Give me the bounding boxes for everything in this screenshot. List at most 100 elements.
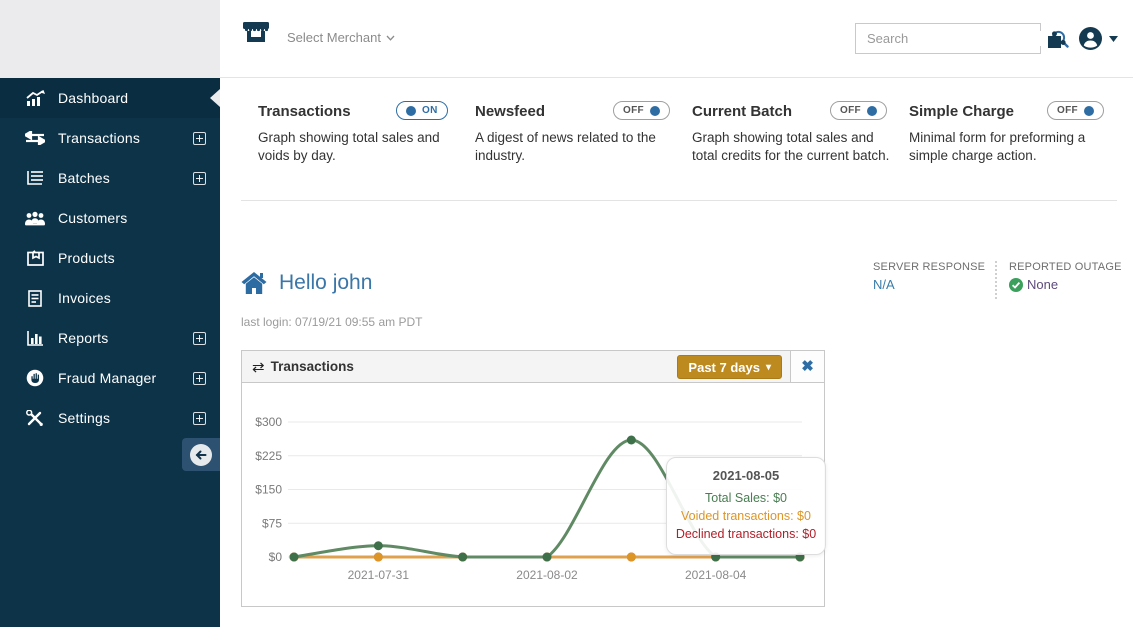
dashboard-widget-toggles: Transactions ON Graph showing total sale… [258, 101, 1126, 165]
expand-icon[interactable] [193, 331, 206, 345]
server-response-value: N/A [873, 277, 895, 292]
greeting-row: Hello john [241, 271, 372, 295]
close-icon: ✖ [801, 358, 814, 375]
widget-description: Minimal form for preforming a simple cha… [909, 130, 1086, 164]
sidebar-item-label: Transactions [58, 130, 141, 146]
svg-text:2021-07-31: 2021-07-31 [348, 568, 410, 582]
expand-icon[interactable] [193, 131, 206, 145]
sidebar-item-label: Fraud Manager [58, 370, 157, 386]
search-input[interactable] [856, 31, 1051, 46]
date-range-button[interactable]: Past 7 days ▾ [677, 355, 782, 379]
sidebar-item-label: Products [58, 250, 115, 266]
sidebar-collapse-button[interactable] [182, 438, 220, 471]
top-header: Select Merchant [220, 0, 1133, 78]
sidebar-item-settings[interactable]: Settings [0, 398, 220, 438]
main-content: Transactions ON Graph showing total sale… [220, 79, 1133, 627]
sidebar-top-spacer [0, 0, 220, 78]
sidebar-item-invoices[interactable]: Invoices [0, 278, 220, 318]
expand-icon[interactable] [193, 171, 206, 185]
svg-text:2021-08-04: 2021-08-04 [685, 568, 747, 582]
sidebar-nav: Dashboard Transactions Batches Customers [0, 78, 220, 438]
sidebar-item-batches[interactable]: Batches [0, 158, 220, 198]
server-response-label: SERVER RESPONSE [873, 261, 986, 273]
sidebar-item-reports[interactable]: Reports [0, 318, 220, 358]
caret-down-icon: ▾ [765, 361, 771, 373]
sidebar-item-customers[interactable]: Customers [0, 198, 220, 238]
reports-icon [24, 328, 46, 348]
check-circle-icon [1009, 277, 1023, 292]
sidebar-item-label: Settings [58, 410, 111, 426]
customers-icon [24, 208, 46, 228]
tooltip-total-sales: Total Sales: $0 [705, 491, 787, 505]
transfer-arrows-icon: ⇄ [252, 358, 265, 376]
panel-close-button[interactable]: ✖ [790, 351, 824, 382]
reported-outage-label: REPORTED OUTAGE [1009, 261, 1122, 273]
svg-text:$150: $150 [255, 483, 282, 497]
date-range-label: Past 7 days [688, 359, 760, 375]
toggle-knob [406, 105, 416, 116]
server-response-stat: SERVER RESPONSE N/A [873, 261, 985, 292]
current-batch-toggle[interactable]: OFF [830, 101, 887, 120]
reported-outage-stat: REPORTED OUTAGE None [1009, 261, 1122, 292]
apps-button[interactable] [1046, 28, 1070, 50]
user-menu[interactable] [1078, 26, 1118, 51]
user-menu-caret-icon [1109, 35, 1118, 42]
widget-description: A digest of news related to the industry… [475, 130, 656, 164]
batches-icon [24, 168, 46, 188]
collapse-arrow-icon [190, 443, 212, 466]
home-icon [241, 272, 267, 294]
widget-newsfeed: Newsfeed OFF A digest of news related to… [475, 101, 692, 165]
sidebar-item-transactions[interactable]: Transactions [0, 118, 220, 158]
newsfeed-toggle[interactable]: OFF [613, 101, 670, 120]
svg-text:$75: $75 [262, 516, 282, 530]
products-icon [24, 248, 46, 268]
sidebar-item-fraud-manager[interactable]: Fraud Manager [0, 358, 220, 398]
puzzle-icon [1048, 31, 1066, 48]
select-merchant-dropdown[interactable]: Select Merchant [241, 16, 395, 51]
widget-description: Graph showing total sales and voids by d… [258, 130, 440, 164]
transactions-toggle[interactable]: ON [396, 101, 448, 120]
toggle-state-label: OFF [840, 105, 861, 116]
chart-tooltip: 2021-08-05 Total Sales: $0 Voided transa… [666, 457, 826, 556]
sidebar-item-products[interactable]: Products [0, 238, 220, 278]
svg-text:$300: $300 [255, 415, 282, 429]
toggle-state-label: ON [422, 105, 438, 116]
svg-text:2021-08-02: 2021-08-02 [516, 568, 578, 582]
tooltip-voided: Voided transactions: $0 [681, 509, 811, 524]
chart-area: $0 $75 $150 $225 $300 2021-07-31 2021-08-02 202… [242, 383, 826, 606]
widget-simple-charge: Simple Charge OFF Minimal form for prefo… [909, 101, 1126, 165]
sidebar-item-dashboard[interactable]: Dashboard [0, 78, 220, 118]
widget-transactions: Transactions ON Graph showing total sale… [258, 101, 475, 165]
sidebar-item-label: Batches [58, 170, 110, 186]
stat-divider [995, 261, 997, 299]
fraud-manager-icon [24, 368, 46, 388]
transactions-chart-panel: ⇄ Transactions Past 7 days ▾ ✖ $0 $75 $150… [241, 350, 826, 607]
settings-icon [24, 408, 46, 428]
invoices-icon [24, 288, 46, 308]
tooltip-date: 2021-08-05 [712, 468, 780, 483]
last-login-text: last login: 07/19/21 09:55 am PDT [241, 315, 423, 329]
panel-title-text: Transactions [270, 359, 354, 374]
section-divider [241, 200, 1117, 201]
toggle-knob [866, 105, 877, 116]
panel-title: ⇄ Transactions [252, 358, 354, 376]
expand-icon[interactable] [193, 371, 206, 385]
reported-outage-value: None [1027, 277, 1059, 292]
widget-description: Graph showing total sales and total cred… [692, 130, 890, 164]
toggle-state-label: OFF [1057, 105, 1078, 116]
svg-text:$0: $0 [269, 550, 283, 564]
sidebar-item-label: Reports [58, 330, 109, 346]
transactions-icon [24, 128, 46, 148]
active-item-notch [210, 89, 220, 107]
dashboard-icon [24, 88, 46, 108]
search-box [855, 23, 1069, 54]
panel-header: ⇄ Transactions Past 7 days ▾ ✖ [242, 351, 824, 383]
sidebar-item-label: Customers [58, 210, 128, 226]
select-merchant-label: Select Merchant [287, 30, 381, 45]
toggle-state-label: OFF [623, 105, 644, 116]
simple-charge-toggle[interactable]: OFF [1047, 101, 1104, 120]
sidebar: Dashboard Transactions Batches Customers [0, 0, 220, 627]
chevron-down-icon [386, 35, 395, 41]
expand-icon[interactable] [193, 411, 206, 425]
sidebar-item-label: Dashboard [58, 90, 129, 106]
